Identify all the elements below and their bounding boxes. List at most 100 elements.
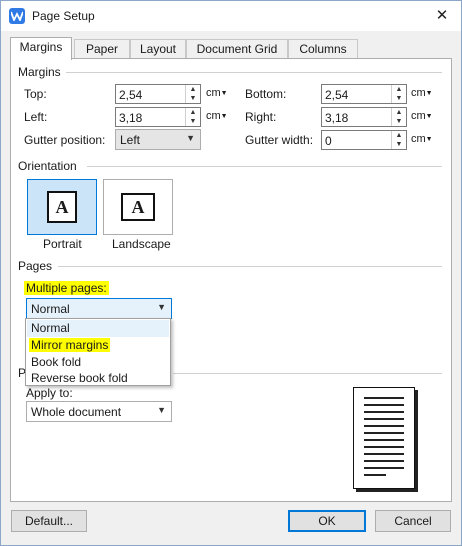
spin-up-icon[interactable]: ▲: [186, 85, 200, 94]
option-normal[interactable]: Normal: [27, 320, 169, 337]
spin-down-icon[interactable]: ▼: [392, 117, 406, 126]
text-line: [364, 439, 404, 441]
margins-group-title: Margins: [18, 65, 61, 79]
gutter-width-value[interactable]: 0: [325, 134, 332, 148]
tab-paper[interactable]: Paper: [74, 39, 130, 59]
spinner-arrows[interactable]: ▲ ▼: [391, 85, 406, 103]
bottom-margin-spinner[interactable]: 2,54 ▲ ▼: [321, 84, 407, 104]
text-line: [364, 432, 404, 434]
spinner-arrows[interactable]: ▲ ▼: [391, 131, 406, 149]
text-line: [364, 460, 404, 462]
gutter-position-label: Gutter position:: [24, 133, 106, 147]
divider: [173, 373, 442, 374]
unit-label: cm: [206, 110, 221, 122]
chevron-down-icon: ▼: [425, 136, 433, 143]
portrait-page-icon: A: [47, 191, 77, 223]
close-button[interactable]: ✕: [431, 5, 453, 27]
divider: [66, 72, 442, 73]
tab-margins[interactable]: Margins: [10, 37, 72, 60]
spin-down-icon[interactable]: ▼: [186, 117, 200, 126]
unit-label: cm: [411, 87, 426, 99]
option-mirror-margins[interactable]: Mirror margins: [27, 337, 169, 354]
highlighted-text: Mirror margins: [29, 338, 111, 352]
landscape-page-icon: A: [121, 193, 155, 221]
bottom-unit-dropdown[interactable]: cm▼: [411, 87, 433, 99]
text-line: [364, 446, 404, 448]
landscape-label: Landscape: [112, 237, 171, 251]
tab-document-grid[interactable]: Document Grid: [186, 39, 288, 59]
divider: [87, 166, 442, 167]
text-line: [364, 474, 386, 476]
tab-columns[interactable]: Columns: [288, 39, 358, 59]
gutter-unit-dropdown[interactable]: cm▼: [411, 133, 433, 145]
left-margin-spinner[interactable]: 3,18 ▲ ▼: [115, 107, 201, 127]
dialog-title: Page Setup: [32, 9, 95, 23]
multiple-pages-dropdown-list: Normal Mirror margins Book fold Reverse …: [25, 318, 171, 386]
top-margin-spinner[interactable]: 2,54 ▲ ▼: [115, 84, 201, 104]
divider: [58, 266, 442, 267]
spinner-arrows[interactable]: ▲ ▼: [185, 85, 200, 103]
chevron-down-icon: ▼: [220, 90, 228, 97]
unit-label: cm: [411, 110, 426, 122]
chevron-down-icon: ▼: [157, 302, 166, 312]
apply-to-value: Whole document: [31, 405, 122, 419]
gutter-width-label: Gutter width:: [245, 133, 314, 147]
text-line: [364, 418, 404, 420]
spin-down-icon[interactable]: ▼: [392, 140, 406, 149]
text-line: [364, 453, 404, 455]
text-line: [364, 425, 404, 427]
spinner-arrows[interactable]: ▲ ▼: [391, 108, 406, 126]
cancel-button[interactable]: Cancel: [375, 510, 451, 532]
text-line: [364, 404, 404, 406]
pages-group-title: Pages: [18, 259, 53, 273]
spinner-arrows[interactable]: ▲ ▼: [185, 108, 200, 126]
apply-to-select[interactable]: Whole document ▼: [26, 401, 172, 422]
text-line: [364, 397, 404, 399]
right-margin-spinner[interactable]: 3,18 ▲ ▼: [321, 107, 407, 127]
spin-down-icon[interactable]: ▼: [186, 94, 200, 103]
chevron-down-icon: ▼: [220, 113, 228, 120]
highlighted-text: Multiple pages:: [24, 281, 109, 295]
gutter-position-select[interactable]: Left ▼: [115, 129, 201, 150]
ok-button[interactable]: OK: [288, 510, 366, 532]
spin-down-icon[interactable]: ▼: [392, 94, 406, 103]
tab-layout[interactable]: Layout: [130, 39, 186, 59]
right-margin-value[interactable]: 3,18: [325, 111, 348, 125]
orientation-group-title: Orientation: [18, 159, 77, 173]
page-setup-dialog: Page Setup ✕ Margins Paper Layout Docume…: [0, 0, 462, 546]
multiple-pages-select[interactable]: Normal ▼: [26, 298, 172, 319]
spin-up-icon[interactable]: ▲: [392, 131, 406, 140]
spin-up-icon[interactable]: ▲: [392, 108, 406, 117]
left-margin-label: Left:: [24, 110, 48, 124]
default-button[interactable]: Default...: [11, 510, 87, 532]
spin-up-icon[interactable]: ▲: [392, 85, 406, 94]
landscape-button[interactable]: A: [103, 179, 173, 235]
chevron-down-icon: ▼: [157, 405, 166, 415]
bottom-margin-label: Bottom:: [245, 87, 287, 101]
left-unit-dropdown[interactable]: cm▼: [206, 110, 228, 122]
apply-to-label: Apply to:: [26, 386, 73, 400]
portrait-button[interactable]: A: [27, 179, 97, 235]
multiple-pages-label: Multiple pages:: [24, 281, 109, 295]
text-line: [364, 467, 404, 469]
option-reverse-book-fold[interactable]: Reverse book fold: [27, 370, 169, 387]
spin-up-icon[interactable]: ▲: [186, 108, 200, 117]
option-book-fold[interactable]: Book fold: [27, 354, 169, 371]
right-unit-dropdown[interactable]: cm▼: [411, 110, 433, 122]
top-margin-label: Top:: [24, 87, 47, 101]
portrait-label: Portrait: [43, 237, 82, 251]
top-unit-dropdown[interactable]: cm▼: [206, 87, 228, 99]
text-line: [364, 411, 404, 413]
chevron-down-icon: ▼: [186, 133, 195, 143]
top-margin-value[interactable]: 2,54: [119, 88, 142, 102]
wps-writer-app-icon: [9, 8, 25, 24]
gutter-width-spinner[interactable]: 0 ▲ ▼: [321, 130, 407, 150]
chevron-down-icon: ▼: [425, 113, 433, 120]
bottom-margin-value[interactable]: 2,54: [325, 88, 348, 102]
page-preview: [353, 387, 415, 489]
unit-label: cm: [411, 133, 426, 145]
multiple-pages-value: Normal: [31, 302, 70, 316]
gutter-position-value: Left: [120, 133, 141, 147]
right-margin-label: Right:: [245, 110, 277, 124]
left-margin-value[interactable]: 3,18: [119, 111, 142, 125]
